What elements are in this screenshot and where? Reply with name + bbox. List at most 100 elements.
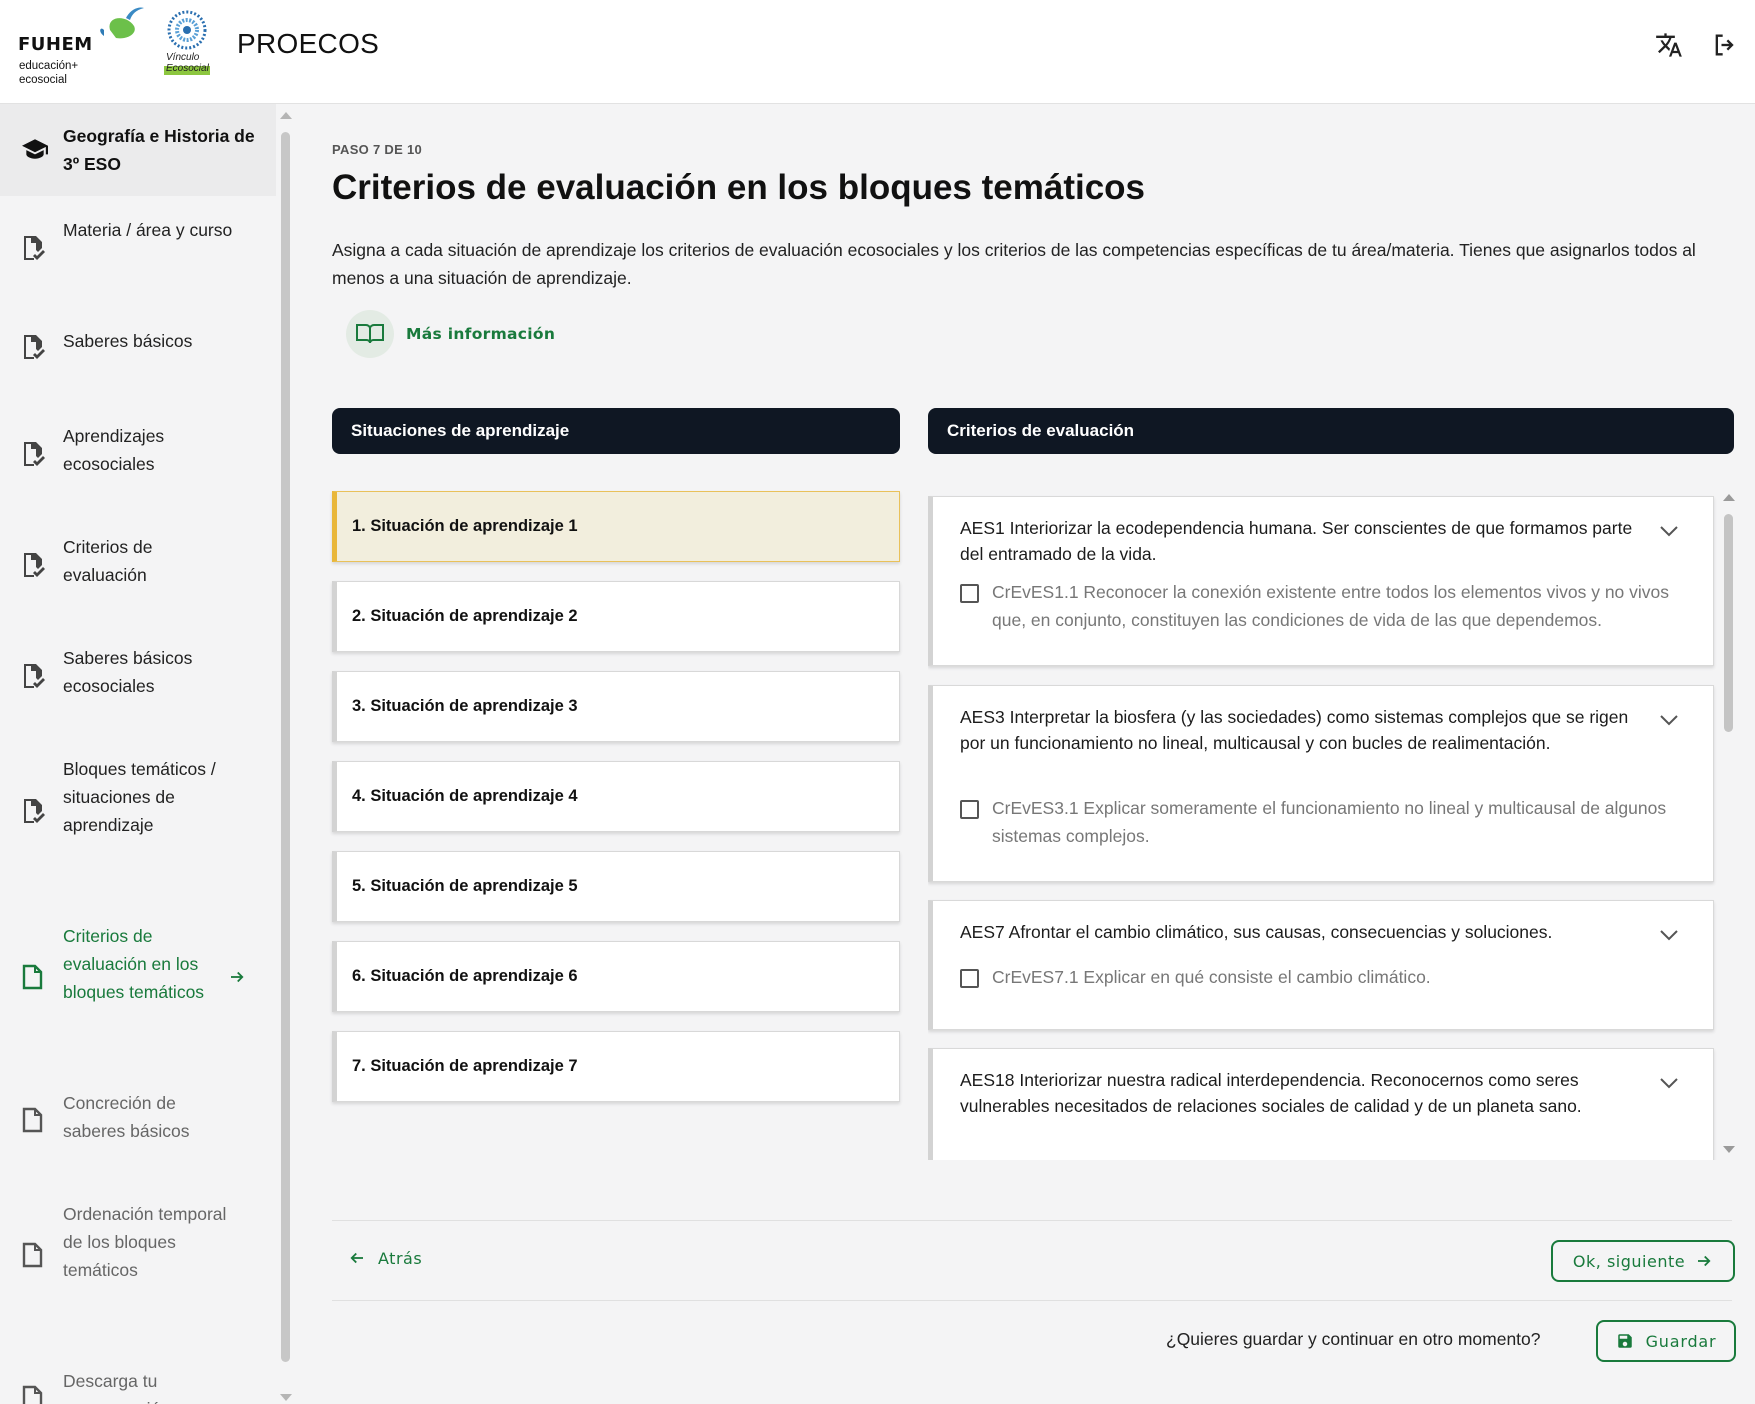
more-info-button[interactable]: Más información [346, 310, 555, 358]
app-title: PROECOS [237, 28, 380, 59]
sidebar-item-materia[interactable]: Materia / área y curso [0, 216, 276, 276]
sidebar-item-saberes-basicos[interactable]: Saberes básicos [0, 327, 276, 367]
scrollbar-thumb[interactable] [281, 132, 290, 1362]
chevron-down-icon[interactable] [1659, 714, 1679, 726]
next-label: Ok, siguiente [1572, 1251, 1686, 1271]
divider [332, 1300, 1732, 1301]
criterio-checkbox-row[interactable]: CrEvES1.1 Reconocer la conexión existent… [960, 582, 1700, 642]
save-question: ¿Quieres guardar y continuar en otro mom… [1166, 1329, 1541, 1349]
file-outline-icon [22, 1242, 43, 1268]
arrow-left-icon [350, 1252, 363, 1264]
page-description: Asigna a cada situación de aprendizaje l… [332, 240, 1696, 288]
sidebar-item-bloques[interactable]: Bloques temáticos / situaciones de apren… [0, 755, 276, 867]
sidebar-item-label: Bloques temáticos / situaciones de apren… [63, 759, 216, 835]
fuhem-logo: FUHEM educación+ ecosocial [16, 6, 144, 90]
criterio-card-aes1: AES1 Interiorizar la ecodependencia huma… [928, 496, 1714, 666]
logout-icon [1715, 34, 1734, 56]
scroll-up-icon[interactable] [1723, 494, 1735, 501]
sidebar-item-ordenacion[interactable]: Ordenación temporal de los bloques temát… [0, 1200, 276, 1312]
sidebar-item-label: Materia / área y curso [63, 220, 233, 240]
checkbox[interactable] [960, 800, 979, 819]
criterios-header: Criterios de evaluación [928, 408, 1734, 454]
more-info-label: Más información [406, 325, 556, 343]
situaciones-header: Situaciones de aprendizaje [332, 408, 900, 454]
sidebar-item-criterios-bloques[interactable]: Criterios de evaluación en los bloques t… [0, 922, 276, 1034]
save-button[interactable]: Guardar [1596, 1320, 1736, 1362]
logout-button[interactable] [1708, 28, 1742, 62]
file-outline-icon [22, 1107, 43, 1133]
sidebar-item-label: Aprendizajes ecosociales [63, 426, 165, 474]
file-check-icon [24, 442, 45, 466]
situacion-item-2[interactable]: 2. Situación de aprendizaje 2 [332, 581, 900, 652]
sidebar-scrollbar[interactable] [276, 104, 296, 1404]
fuhem-wordmark: FUHEM [18, 34, 93, 55]
situacion-item-7[interactable]: 7. Situación de aprendizaje 7 [332, 1031, 900, 1102]
scroll-down-icon[interactable] [1723, 1146, 1735, 1153]
book-open-icon [356, 324, 384, 344]
checkbox[interactable] [960, 969, 979, 988]
graduation-cap-icon [22, 139, 48, 159]
sidebar-item-label: Descarga tu programación [63, 1371, 170, 1404]
criterio-title: AES7 Afrontar el cambio climático, sus c… [960, 922, 1553, 942]
situacion-item-4[interactable]: 4. Situación de aprendizaje 4 [332, 761, 900, 832]
scroll-up-icon[interactable] [280, 112, 292, 119]
next-button[interactable]: Ok, siguiente [1551, 1240, 1735, 1282]
back-label: Atrás [378, 1248, 423, 1268]
criterio-card-aes3: AES3 Interpretar la biosfera (y las soci… [928, 685, 1714, 882]
situacion-item-3[interactable]: 3. Situación de aprendizaje 3 [332, 671, 900, 742]
criterio-sub-label: CrEvES3.1 Explicar someramente el funcio… [992, 798, 1667, 846]
criterio-card-aes18: AES18 Interiorizar nuestra radical inter… [928, 1048, 1714, 1160]
file-check-icon [24, 664, 45, 688]
criterio-checkbox-row[interactable]: CrEvES3.1 Explicar someramente el funcio… [960, 798, 1700, 858]
divider [332, 1220, 1732, 1221]
sidebar-item-descarga[interactable]: Descarga tu programación [0, 1367, 276, 1404]
criterios-scrollbar[interactable] [1720, 488, 1738, 1160]
criterio-checkbox-row[interactable]: CrEvES7.1 Explicar en qué consiste el ca… [960, 967, 1700, 997]
criterio-title: AES1 Interiorizar la ecodependencia huma… [960, 518, 1633, 564]
app-header: FUHEM educación+ ecosocial Vínculo Ecoso… [0, 0, 1755, 104]
step-indicator: PASO 7 DE 10 [332, 142, 423, 157]
scroll-down-icon[interactable] [280, 1394, 292, 1401]
file-check-icon [24, 799, 45, 823]
file-check-icon [24, 236, 45, 260]
arrow-right-icon [231, 971, 244, 983]
translate-icon [1656, 33, 1682, 57]
sidebar-item-saberes-ecosociales[interactable]: Saberes básicos ecosociales [0, 644, 276, 704]
chevron-down-icon[interactable] [1659, 929, 1679, 941]
vinculo-ecosocial-logo: Vínculo Ecosocial [158, 8, 216, 84]
file-outline-icon [22, 1385, 43, 1404]
save-label: Guardar [1645, 1331, 1717, 1351]
fuhem-subtitle: educación+ ecosocial [19, 60, 79, 86]
sidebar-item-label: Saberes básicos ecosociales [63, 648, 193, 696]
file-outline-icon [22, 964, 43, 990]
course-title: Geografía e Historia de 3º ESO [63, 126, 255, 174]
sidebar-item-label: Criterios de evaluación [63, 537, 153, 585]
file-check-icon [24, 335, 45, 359]
chevron-down-icon[interactable] [1659, 1077, 1679, 1089]
back-button[interactable]: Atrás [348, 1241, 422, 1275]
arrow-right-icon [1698, 1255, 1711, 1267]
sidebar-item-label: Concreción de saberes básicos [63, 1093, 190, 1141]
chevron-down-icon[interactable] [1659, 525, 1679, 537]
situacion-item-6[interactable]: 6. Situación de aprendizaje 6 [332, 941, 900, 1012]
file-check-icon [24, 553, 45, 577]
sidebar-item-criterios[interactable]: Criterios de evaluación [0, 533, 276, 593]
course-header: Geografía e Historia de 3º ESO [0, 104, 276, 196]
sidebar: Geografía e Historia de 3º ESO Materia /… [0, 104, 276, 1404]
floppy-disk-icon [1617, 1334, 1632, 1348]
page-title: Criterios de evaluación en los bloques t… [332, 168, 1146, 207]
translate-button[interactable] [1652, 28, 1686, 62]
criterio-sub-label: CrEvES7.1 Explicar en qué consiste el ca… [992, 967, 1431, 987]
criterio-title: AES18 Interiorizar nuestra radical inter… [960, 1070, 1582, 1116]
criterio-sub-label: CrEvES1.1 Reconocer la conexión existent… [992, 582, 1670, 630]
checkbox[interactable] [960, 584, 979, 603]
main-content: PASO 7 DE 10 Criterios de evaluación en … [296, 104, 1755, 1404]
sidebar-item-concrecion[interactable]: Concreción de saberes básicos [0, 1089, 276, 1149]
situacion-item-5[interactable]: 5. Situación de aprendizaje 5 [332, 851, 900, 922]
sidebar-item-label: Criterios de evaluación en los bloques t… [63, 926, 205, 1002]
sidebar-item-aprendizajes[interactable]: Aprendizajes ecosociales [0, 422, 276, 482]
criterios-list: AES1 Interiorizar la ecodependencia huma… [928, 488, 1724, 1160]
criterio-title: AES3 Interpretar la biosfera (y las soci… [960, 707, 1629, 753]
scrollbar-thumb[interactable] [1724, 514, 1733, 732]
situacion-item-1[interactable]: 1. Situación de aprendizaje 1 [332, 491, 900, 562]
